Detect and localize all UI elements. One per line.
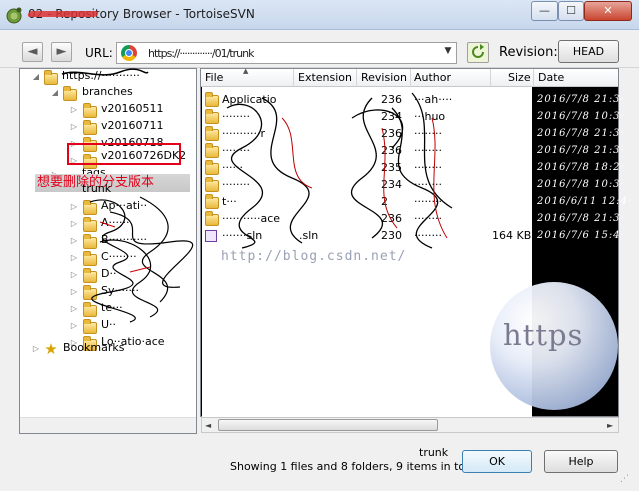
browser-icon-center — [125, 49, 133, 57]
tree-redaction-scribble — [89, 196, 194, 323]
file-cell-date: 2016/7/8 10:3· — [537, 179, 625, 190]
file-cell-date: 2016/7/8 21:3· — [537, 213, 625, 224]
folder-icon — [205, 211, 219, 226]
column-separator[interactable] — [533, 69, 534, 87]
folder-icon — [83, 103, 97, 118]
close-button[interactable]: ✕ — [584, 1, 632, 21]
folder-icon — [205, 194, 219, 209]
folder-icon — [205, 160, 219, 175]
tree-expand-arrow[interactable]: ▷ — [69, 321, 79, 330]
maximize-button[interactable]: ☐ — [558, 1, 584, 21]
annotation-text: 想要删除的分支版本 — [35, 174, 190, 192]
tree-expand-arrow[interactable]: ▷ — [69, 304, 79, 313]
column-header-extension[interactable]: Extension — [298, 71, 352, 85]
file-cell-size: 164 KB — [492, 229, 532, 242]
tree-expand-arrow[interactable]: ▷ — [69, 202, 79, 211]
current-path-label: trunk — [419, 446, 449, 459]
tree-item-bookmarks[interactable]: Bookmarks — [63, 340, 124, 356]
column-header-date[interactable]: Date — [538, 71, 564, 85]
ok-button[interactable]: OK — [462, 450, 532, 473]
folder-icon — [205, 109, 219, 124]
tree-horizontal-scrollbar[interactable] — [20, 417, 196, 433]
tree-expand-arrow[interactable]: ▷ — [69, 287, 79, 296]
status-summary: Showing 1 files and 8 folders, 9 items i… — [230, 460, 480, 473]
tree-expand-arrow[interactable]: ▷ — [69, 105, 79, 114]
folder-icon — [44, 70, 58, 85]
star-icon: ★ — [44, 340, 58, 358]
column-separator[interactable] — [293, 69, 294, 87]
revision-label: Revision: — [499, 45, 558, 60]
file-cell-date: 2016/7/6 15:4· — [537, 230, 625, 241]
column-separator[interactable] — [356, 69, 357, 87]
minimize-button[interactable]: — — [531, 1, 558, 21]
tortoisesvn-icon — [6, 7, 22, 24]
folder-icon — [83, 120, 97, 135]
tree-expand-arrow[interactable]: ▷ — [69, 219, 79, 228]
tree-expand-arrow[interactable]: ▷ — [69, 122, 79, 131]
watermark-url: http://blog.csdn.net/ — [221, 249, 407, 264]
back-button[interactable]: ◄ — [22, 42, 43, 62]
refresh-button[interactable] — [467, 42, 489, 63]
title-redaction-scribble — [26, 11, 100, 17]
file-list-redaction-scribble — [226, 92, 453, 249]
highlight-annotation-box — [67, 143, 181, 165]
folder-icon — [205, 143, 219, 158]
tree-collapse-arrow[interactable]: ◢ — [50, 88, 60, 97]
refresh-icon — [472, 44, 484, 58]
column-header-size[interactable]: Size — [508, 71, 531, 85]
tree-collapse-arrow[interactable]: ◢ — [31, 72, 41, 81]
scrollbar-thumb[interactable] — [218, 419, 438, 431]
file-cell-date: 2016/7/8 10:3· — [537, 111, 625, 122]
folder-icon — [63, 86, 77, 101]
file-cell-date: 2016/7/8 21:3· — [537, 128, 625, 139]
folder-icon — [205, 92, 219, 107]
chevron-down-icon[interactable]: ▼ — [441, 46, 455, 60]
file-cell-date: 2016/7/8 18:2· — [537, 162, 625, 173]
url-value[interactable]: https://·············/01/trunk — [148, 47, 254, 60]
folder-icon — [205, 126, 219, 141]
maximize-icon: ☐ — [566, 4, 576, 17]
tree-item-branch[interactable]: v20160511 — [101, 101, 164, 117]
column-header-revision[interactable]: Revision — [361, 71, 407, 85]
scroll-right-icon[interactable]: ► — [607, 421, 613, 430]
url-label: URL: — [85, 46, 113, 60]
root-redaction-scribble — [61, 68, 149, 76]
file-cell-date: 2016/7/8 21:3· — [537, 145, 625, 156]
head-revision-button[interactable]: HEAD — [558, 40, 619, 63]
scroll-left-icon[interactable]: ◄ — [205, 421, 211, 430]
column-header-author[interactable]: Author — [414, 71, 451, 85]
column-separator[interactable] — [410, 69, 411, 87]
close-icon: ✕ — [603, 4, 613, 17]
column-separator[interactable] — [490, 69, 491, 87]
file-cell-date: 2016/6/11 12:4· — [537, 196, 633, 207]
help-button[interactable]: Help — [544, 450, 618, 473]
file-cell-date: 2016/7/8 21:3· — [537, 94, 625, 105]
tree-expand-arrow[interactable]: ▷ — [69, 253, 79, 262]
forward-button[interactable]: ► — [51, 42, 72, 62]
tree-expand-arrow[interactable]: ▷ — [69, 270, 79, 279]
folder-icon — [205, 177, 219, 192]
minimize-icon: — — [539, 4, 550, 17]
arrow-left-icon: ◄ — [27, 44, 38, 59]
column-header-file[interactable]: File — [205, 71, 223, 85]
tree-item-branch[interactable]: v20160711 — [101, 118, 164, 134]
resize-grip-icon[interactable]: ⋰ — [620, 474, 634, 488]
arrow-right-icon: ► — [56, 44, 67, 59]
solution-file-icon — [205, 230, 217, 242]
tree-expand-arrow[interactable]: ▷ — [31, 344, 41, 353]
tree-expand-arrow[interactable]: ▷ — [69, 236, 79, 245]
sort-ascending-icon: ▲ — [243, 67, 249, 75]
globe-watermark-text: https — [503, 318, 584, 352]
tree-item-branches[interactable]: branches — [82, 84, 133, 100]
